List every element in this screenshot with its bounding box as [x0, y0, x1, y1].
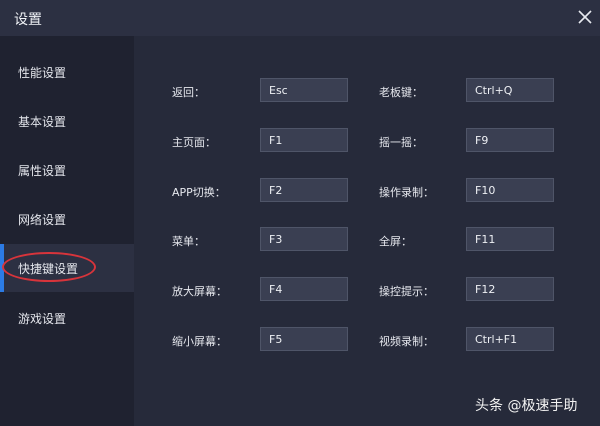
sidebar-item-basic[interactable]: 基本设置 [0, 97, 134, 145]
sidebar-item-label: 性能设置 [18, 66, 67, 80]
sidebar-item-label: 网络设置 [18, 213, 67, 227]
shortcut-field-zoom-in[interactable]: F4 [260, 277, 348, 301]
shortcut-field-fullscreen[interactable]: F11 [466, 227, 554, 251]
shortcut-label-app-switch: APP切换： [172, 186, 226, 199]
shortcut-field-macro-record[interactable]: F10 [466, 178, 554, 202]
shortcut-field-back[interactable]: Esc [260, 78, 348, 102]
sidebar-item-label: 基本设置 [18, 115, 67, 129]
sidebar-item-game[interactable]: 游戏设置 [0, 294, 134, 342]
shortcut-label-menu: 菜单： [172, 235, 205, 248]
shortcut-panel: 返回： Esc 主页面： F1 APP切换： F2 菜单： F3 放大屏幕： F… [134, 36, 600, 426]
shortcut-label-macro-record: 操作录制： [379, 186, 434, 199]
shortcut-field-zoom-out[interactable]: F5 [260, 327, 348, 351]
shortcut-field-app-switch[interactable]: F2 [260, 178, 348, 202]
sidebar-item-label: 游戏设置 [18, 312, 67, 326]
sidebar-item-properties[interactable]: 属性设置 [0, 146, 134, 194]
watermark: 头条 @极速手助 [475, 398, 578, 414]
shortcut-field-video-record[interactable]: Ctrl+F1 [466, 327, 554, 351]
sidebar-item-network[interactable]: 网络设置 [0, 195, 134, 243]
shortcut-label-back: 返回： [172, 86, 205, 99]
shortcut-label-control-hints: 操控提示： [379, 285, 434, 298]
shortcut-label-zoom-in: 放大屏幕： [172, 285, 227, 298]
shortcut-field-shake[interactable]: F9 [466, 128, 554, 152]
annotation-ring [2, 252, 96, 282]
window-title: 设置 [14, 12, 42, 28]
sidebar: 性能设置 基本设置 属性设置 网络设置 快捷键设置 游戏设置 [0, 36, 134, 426]
shortcut-label-boss-key: 老板键： [379, 86, 423, 99]
shortcut-field-control-hints[interactable]: F12 [466, 277, 554, 301]
shortcut-field-boss-key[interactable]: Ctrl+Q [466, 78, 554, 102]
shortcut-field-menu[interactable]: F3 [260, 227, 348, 251]
close-icon[interactable] [574, 6, 596, 28]
shortcut-label-shake: 摇一摇： [379, 136, 423, 149]
sidebar-item-label: 属性设置 [18, 164, 67, 178]
shortcut-label-home: 主页面： [172, 136, 216, 149]
title-bar: 设置 [0, 0, 600, 36]
shortcut-label-zoom-out: 缩小屏幕： [172, 335, 227, 348]
shortcut-label-fullscreen: 全屏： [379, 235, 412, 248]
shortcut-field-home[interactable]: F1 [260, 128, 348, 152]
shortcut-label-video-record: 视频录制： [379, 335, 434, 348]
sidebar-item-performance[interactable]: 性能设置 [0, 48, 134, 96]
